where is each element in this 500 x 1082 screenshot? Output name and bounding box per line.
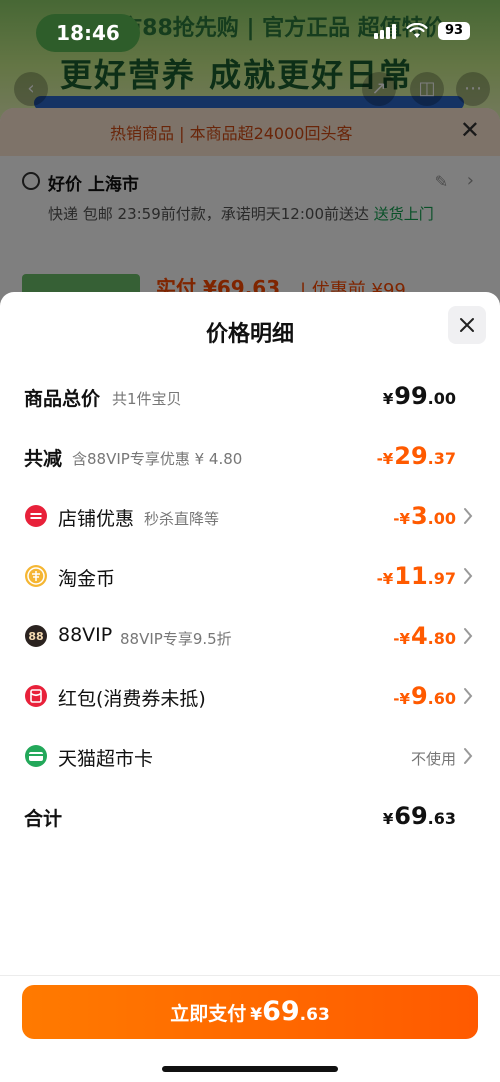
price-detail-modal: 价格明细 商品总价 共1件宝贝 ¥99.00 共减 含88VIP专享优惠 ¥ 4… xyxy=(0,292,500,1082)
row-sub: 共1件宝贝 xyxy=(112,390,182,408)
row-value: -¥ 11.97 xyxy=(376,562,456,590)
modal-title: 价格明细 xyxy=(205,322,294,347)
row-supermarket-card[interactable]: 天猫超市卡 不使用 xyxy=(0,734,500,778)
home-indicator[interactable] xyxy=(162,1066,338,1072)
row-value: -¥ 4.80 xyxy=(393,622,456,650)
svg-text:88: 88 xyxy=(28,630,43,643)
row-label: 共减 xyxy=(24,448,63,470)
88vip-icon: 88 xyxy=(25,625,47,647)
row-sub: 88VIP专享9.5折 xyxy=(120,630,232,648)
row-sub: 秒杀直降等 xyxy=(144,510,220,528)
row-88vip[interactable]: 88 88VIP 88VIP专享9.5折 -¥ 4.80 xyxy=(0,614,500,658)
pay-button-amount: 69 xyxy=(262,996,300,1027)
row-total-price: 商品总价 共1件宝贝 ¥99.00 xyxy=(0,374,500,418)
taojinbi-coin-icon xyxy=(25,565,47,587)
chevron-right-icon xyxy=(464,628,473,644)
row-label: 天猫超市卡 xyxy=(58,748,154,770)
status-time: 18:46 xyxy=(56,21,120,45)
row-value: ¥69.63 xyxy=(382,802,456,830)
chevron-right-icon xyxy=(464,568,473,584)
status-bar: 18:46 93 xyxy=(0,0,500,60)
row-red-packet[interactable]: 红包(消费券未抵) -¥ 9.60 xyxy=(0,674,500,718)
row-value: 不使用 xyxy=(410,750,456,768)
close-button[interactable] xyxy=(448,306,486,344)
pay-button-decimal: .63 xyxy=(299,1005,330,1025)
row-label: 合计 xyxy=(24,808,63,830)
row-value: -¥ 3.00 xyxy=(393,502,456,530)
pay-button-currency: ¥ xyxy=(250,1005,263,1025)
row-value: -¥ 9.60 xyxy=(393,682,456,710)
tmall-supermarket-card-icon xyxy=(25,745,47,767)
signal-icon xyxy=(374,23,396,39)
row-sub: 含88VIP专享优惠 ¥ 4.80 xyxy=(72,450,243,468)
row-label: 淘金币 xyxy=(58,568,116,590)
chevron-right-icon xyxy=(464,748,473,764)
row-label: 店铺优惠 xyxy=(58,508,135,530)
chevron-right-icon xyxy=(464,688,473,704)
row-total-reduce: 共减 含88VIP专享优惠 ¥ 4.80 -¥ 29.37 xyxy=(0,434,500,478)
pay-button-label: 立即支付 xyxy=(170,1003,247,1025)
close-icon xyxy=(460,318,474,332)
row-label: 88VIP xyxy=(58,624,113,646)
row-taojinbi[interactable]: 淘金币 -¥ 11.97 xyxy=(0,554,500,598)
row-label: 商品总价 xyxy=(24,388,101,410)
pay-now-button[interactable]: 立即支付 ¥ 69 .63 xyxy=(22,985,478,1039)
battery-icon: 93 xyxy=(438,22,470,40)
chevron-right-icon xyxy=(464,508,473,524)
row-sum: 合计 ¥69.63 xyxy=(0,794,500,838)
wifi-icon xyxy=(406,23,428,38)
red-packet-icon xyxy=(25,685,47,707)
row-label: 红包(消费券未抵) xyxy=(58,688,206,710)
shop-discount-icon xyxy=(25,505,47,527)
row-value: ¥99.00 xyxy=(382,382,456,410)
row-shop-discount[interactable]: 店铺优惠 秒杀直降等 -¥ 3.00 xyxy=(0,494,500,538)
row-value: -¥ 29.37 xyxy=(376,442,456,470)
footer-divider xyxy=(0,975,500,976)
